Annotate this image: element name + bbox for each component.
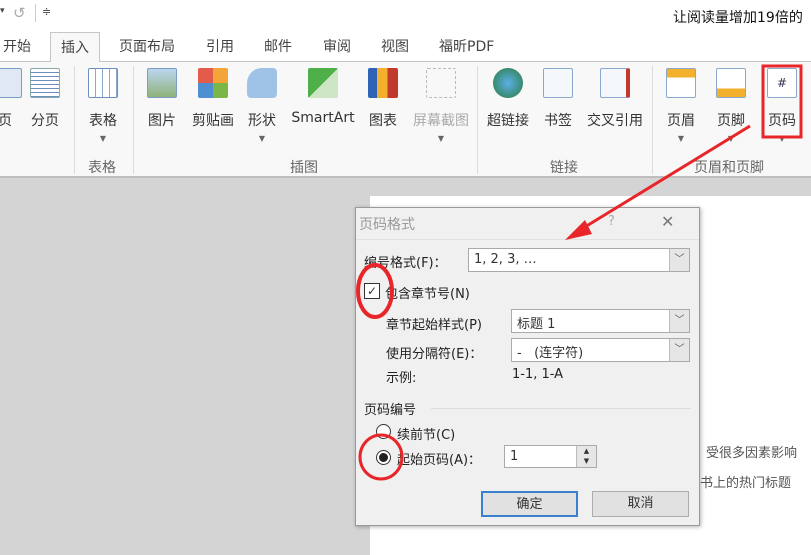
annotation-overlay	[356, 64, 803, 481]
highlight-box	[761, 64, 803, 139]
annotation-arrow	[579, 124, 751, 232]
highlight-circle	[358, 433, 404, 481]
arrow-head-icon	[565, 220, 592, 240]
highlight-circle	[356, 263, 394, 319]
